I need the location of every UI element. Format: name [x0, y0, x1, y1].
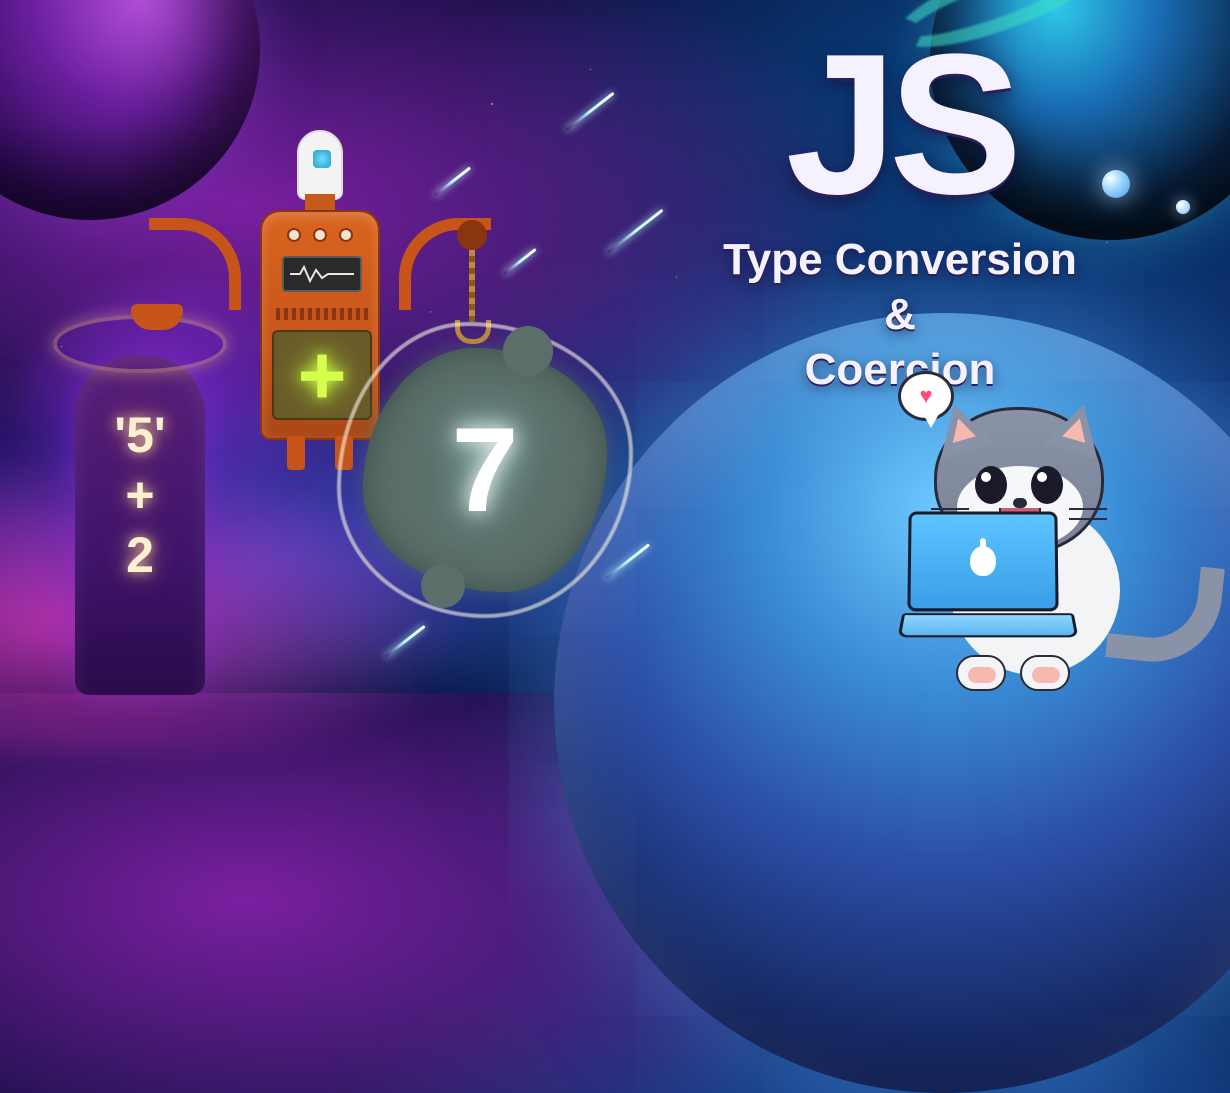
- cat-eye-right: [1031, 466, 1063, 504]
- heart-icon: ♥: [919, 383, 932, 409]
- robot-claw-ball: [457, 220, 487, 250]
- cat-nose: [1013, 498, 1027, 508]
- cat-whisker: [1069, 508, 1107, 510]
- result-blob: 7: [345, 330, 625, 610]
- cat-paw-left: [956, 655, 1006, 691]
- laptop-screen: [907, 512, 1058, 612]
- robot-indicator-dots: [262, 228, 378, 242]
- robot-arm-left: [149, 218, 241, 310]
- apple-logo-icon: [970, 546, 996, 576]
- headline-block: JS Type Conversion & Coercion: [670, 30, 1130, 397]
- cat-paw-right: [1020, 655, 1070, 691]
- robot-grate: [276, 308, 368, 320]
- expression-line: 2: [75, 525, 205, 585]
- result-value: 7: [345, 330, 625, 610]
- cat-ear-right: [1043, 397, 1110, 459]
- robot-claw-stem: [469, 250, 475, 322]
- robot-heartbeat-screen: [282, 256, 362, 292]
- robot-cap: [297, 130, 343, 200]
- cat-eye-left: [975, 466, 1007, 504]
- planet-small-2: [1176, 200, 1190, 214]
- expression-line: +: [75, 465, 205, 525]
- subtitle-line: Type Conversion: [670, 232, 1130, 287]
- cat-whisker: [931, 508, 969, 510]
- expression-line: '5': [75, 405, 205, 465]
- expression-text: '5' + 2: [75, 405, 205, 585]
- laptop-base: [898, 613, 1079, 637]
- laptop: [900, 511, 1078, 643]
- robot-operator: +: [297, 350, 346, 400]
- cat-with-laptop: ♥: [890, 373, 1190, 703]
- title-js: JS: [670, 30, 1130, 220]
- input-monolith: '5' + 2: [75, 355, 205, 695]
- subtitle-line: &: [670, 287, 1130, 342]
